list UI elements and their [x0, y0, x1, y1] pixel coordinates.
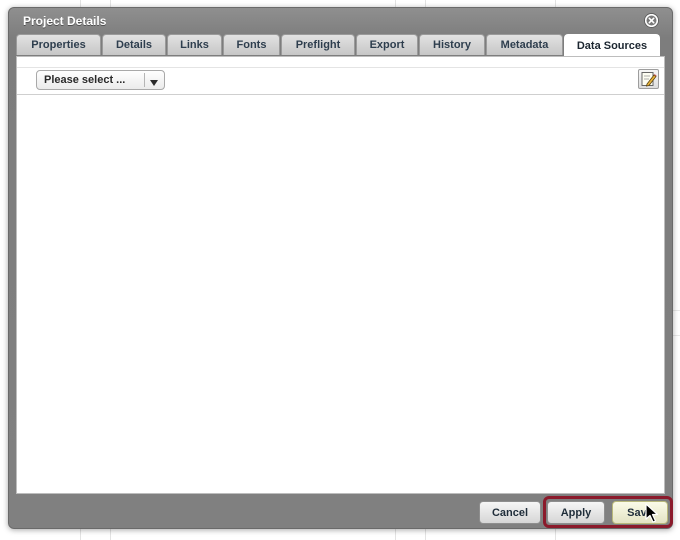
project-details-dialog: Project Details Properties Details Links…: [8, 7, 673, 529]
chevron-down-icon: [150, 77, 158, 89]
tab-data-sources[interactable]: Data Sources: [564, 34, 660, 57]
cancel-button[interactable]: Cancel: [479, 501, 541, 524]
tab-properties[interactable]: Properties: [16, 34, 101, 55]
select-value: Please select ...: [44, 74, 126, 86]
save-button[interactable]: Save: [612, 501, 668, 524]
tab-details[interactable]: Details: [102, 34, 166, 55]
tab-links[interactable]: Links: [167, 34, 222, 55]
tab-history[interactable]: History: [419, 34, 485, 55]
tab-metadata[interactable]: Metadata: [486, 34, 563, 55]
data-sources-panel: Please select ...: [16, 56, 665, 494]
apply-button[interactable]: Apply: [547, 501, 605, 524]
edit-pencil-icon[interactable]: [638, 69, 659, 89]
tab-bar: Properties Details Links Fonts Preflight…: [16, 34, 661, 57]
tab-export[interactable]: Export: [356, 34, 418, 55]
panel-toolbar: Please select ...: [17, 57, 664, 95]
divider: [17, 67, 664, 68]
tab-fonts[interactable]: Fonts: [223, 34, 280, 55]
dialog-title: Project Details: [23, 14, 107, 28]
tab-preflight[interactable]: Preflight: [281, 34, 355, 55]
select-divider: [144, 73, 145, 87]
mouse-pointer-icon: [645, 503, 659, 528]
close-icon[interactable]: [645, 14, 658, 27]
data-source-select[interactable]: Please select ...: [36, 70, 165, 90]
